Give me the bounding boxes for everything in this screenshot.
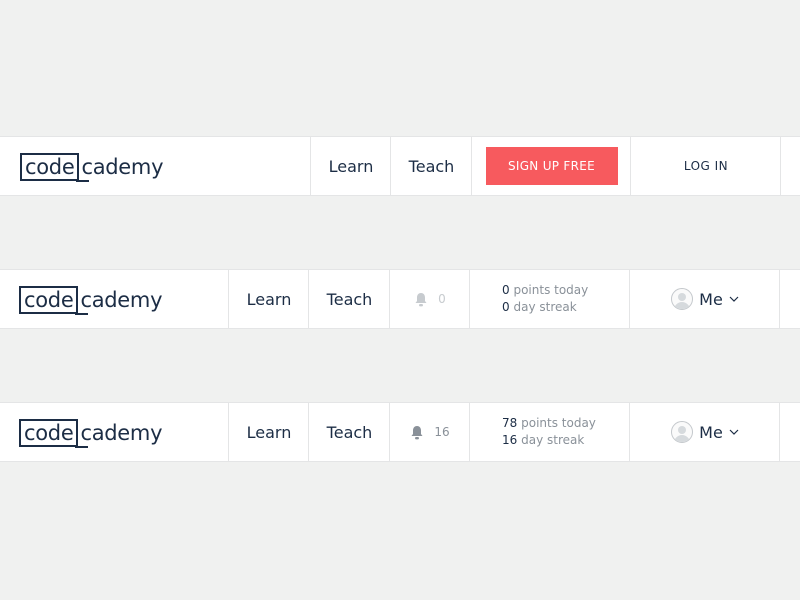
me-menu-content: Me — [671, 421, 739, 443]
nav-learn[interactable]: Learn — [228, 270, 309, 328]
progress-stats[interactable]: 0 points today 0 day streak — [469, 270, 630, 328]
me-menu[interactable]: Me — [629, 403, 780, 461]
streak-value: 16 — [502, 433, 518, 447]
points-value: 78 — [502, 416, 518, 430]
nav-divider — [780, 137, 800, 195]
codecademy-logo[interactable]: code cademy — [19, 286, 163, 315]
avatar-icon — [671, 421, 694, 443]
day-streak: 16 day streak — [502, 432, 584, 449]
navbar-active-user: code cademy Learn Teach 16 78 points toda… — [0, 402, 800, 462]
login-label: LOG IN — [683, 159, 729, 173]
bell-icon — [415, 292, 427, 306]
notifications: 16 — [410, 425, 450, 440]
nav-teach[interactable]: Teach — [308, 403, 390, 461]
navbar-new-user: code cademy Learn Teach 0 0 points today … — [0, 269, 800, 329]
streak-label: day streak — [513, 300, 577, 314]
notifications-button[interactable]: 0 — [389, 270, 470, 328]
nav-learn[interactable]: Learn — [228, 403, 309, 461]
codecademy-logo[interactable]: code cademy — [19, 419, 163, 448]
avatar-icon — [671, 288, 694, 310]
me-menu-content: Me — [671, 288, 739, 310]
signup-button[interactable]: SIGN UP FREE — [485, 147, 618, 185]
streak-value: 0 — [502, 300, 510, 314]
streak-label: day streak — [521, 433, 585, 447]
nav-divider — [779, 270, 800, 328]
logo-cademy-text: cademy — [81, 155, 164, 179]
nav-teach-label: Teach — [326, 422, 373, 442]
points-today: 78 points today — [502, 415, 596, 432]
me-label: Me — [699, 422, 723, 442]
points-label: points today — [521, 416, 596, 430]
notification-count: 16 — [434, 425, 450, 439]
navbar-logged-out: code cademy Learn Teach SIGN UP FREE LOG … — [0, 136, 800, 196]
nav-learn-label: Learn — [246, 422, 292, 442]
chevron-down-icon — [729, 296, 739, 302]
me-menu[interactable]: Me — [629, 270, 780, 328]
logo-code-box: code — [19, 286, 89, 315]
nav-learn[interactable]: Learn — [310, 137, 391, 195]
notification-count: 0 — [438, 292, 446, 306]
nav-divider — [779, 403, 800, 461]
login-button[interactable]: LOG IN — [630, 137, 781, 195]
nav-learn-label: Learn — [246, 289, 292, 309]
points-label: points today — [513, 283, 589, 297]
me-label: Me — [699, 289, 723, 309]
logo-cademy-text: cademy — [80, 288, 163, 312]
notifications-button[interactable]: 16 — [389, 403, 470, 461]
progress-stats[interactable]: 78 points today 16 day streak — [469, 403, 630, 461]
points-today: 0 points today — [502, 282, 588, 299]
chevron-down-icon — [729, 429, 739, 435]
logo-code-box: code — [19, 419, 89, 448]
logo-cademy-text: cademy — [80, 421, 163, 445]
day-streak: 0 day streak — [502, 299, 577, 316]
nav-teach-label: Teach — [408, 156, 455, 176]
bell-icon — [411, 425, 423, 439]
notifications: 0 — [414, 292, 446, 307]
nav-teach[interactable]: Teach — [308, 270, 390, 328]
nav-teach-label: Teach — [326, 289, 373, 309]
signup-cell: SIGN UP FREE — [471, 137, 631, 195]
nav-teach[interactable]: Teach — [390, 137, 472, 195]
nav-learn-label: Learn — [328, 156, 374, 176]
codecademy-logo[interactable]: code cademy — [20, 153, 164, 182]
logo-code-box: code — [20, 153, 90, 182]
points-value: 0 — [502, 283, 510, 297]
